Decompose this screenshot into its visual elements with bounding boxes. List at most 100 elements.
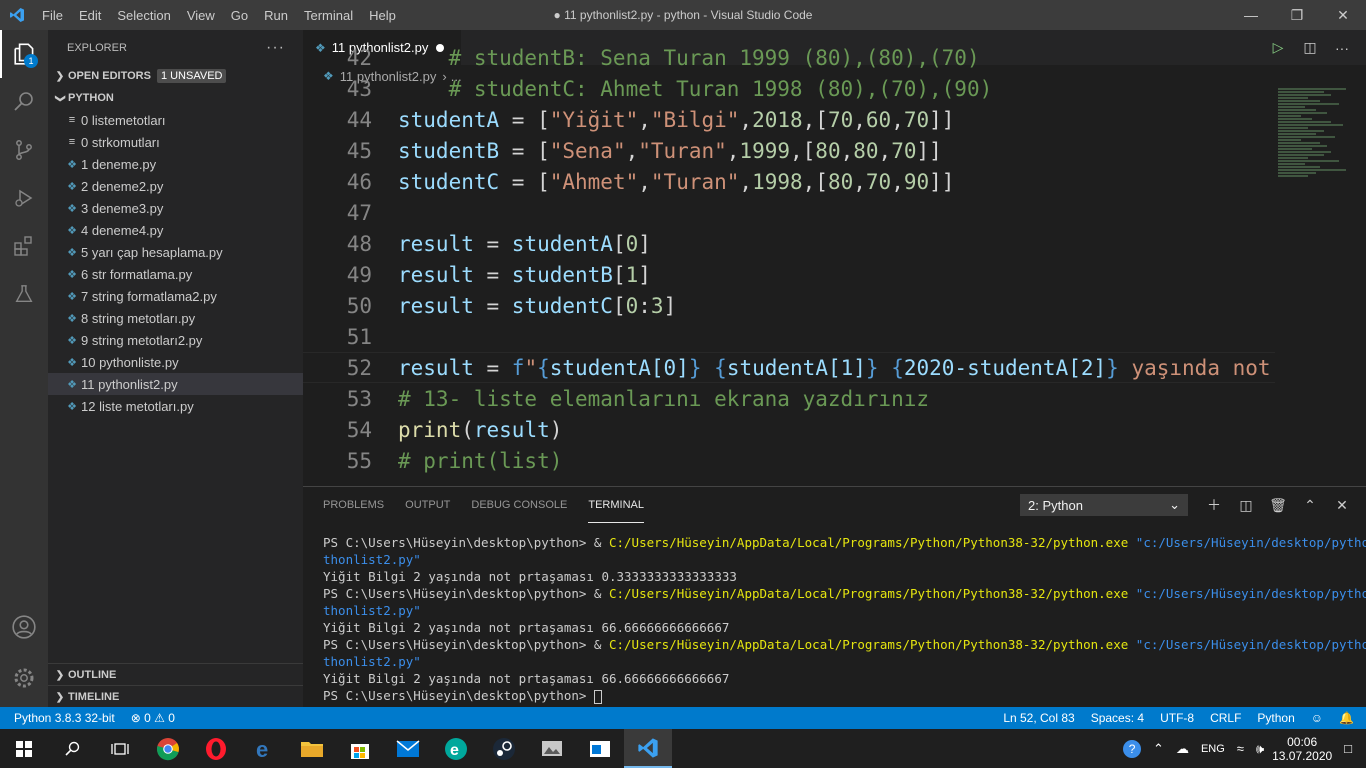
close-button[interactable]: ✕ [1320,0,1366,30]
code-line[interactable]: 44 studentA = ["Yiğit","Bilgi",2018,[70,6… [303,104,1275,135]
windows-start-icon[interactable] [0,729,48,768]
accounts-icon[interactable] [0,603,48,651]
clock[interactable]: 00:06 13.07.2020 [1270,735,1334,763]
outline-section[interactable]: ❯ OUTLINE [48,663,303,686]
file-item[interactable]: ❖ 6 str formatlama.py [48,263,303,285]
code-line[interactable]: 52 result = f"{studentA[0]} {studentA[1]}… [303,352,1275,383]
tab-output[interactable]: OUTPUT [405,487,450,523]
split-editor-icon[interactable]: ◫ [1294,39,1326,56]
code-line[interactable]: 46 studentC = ["Ahmet","Turan",1998,[80,7… [303,166,1275,197]
code-line[interactable]: 48 result = studentA[0] [303,228,1275,259]
run-debug-icon[interactable] [0,174,48,222]
file-item[interactable]: ❖ 10 pythonliste.py [48,351,303,373]
file-item[interactable]: ❖ 8 string metotları.py [48,307,303,329]
show-hidden-icons-chevron-icon[interactable]: ⌃ [1153,741,1164,757]
opera-icon[interactable] [192,729,240,768]
feedback-icon[interactable]: ☺ [1311,711,1323,725]
task-view-icon[interactable] [96,729,144,768]
trash-icon[interactable]: 🗑 [1262,497,1294,514]
ie-e-icon[interactable]: e [432,729,480,768]
code-line[interactable]: 55 # print(list) [303,445,1275,476]
file-item[interactable]: ≡ 0 listemetotları [48,109,303,131]
close-panel-icon[interactable]: ✕ [1326,497,1358,514]
window-app-icon[interactable] [576,729,624,768]
menu-view[interactable]: View [179,8,223,23]
file-item[interactable]: ❖ 1 deneme.py [48,153,303,175]
minimize-button[interactable]: — [1228,0,1274,30]
tab-terminal[interactable]: TERMINAL [588,487,644,523]
python-folder-section[interactable]: ❯ PYTHON [48,87,303,109]
tab-problems[interactable]: PROBLEMS [323,487,384,523]
file-item[interactable]: ❖ 3 deneme3.py [48,197,303,219]
new-terminal-icon[interactable]: ＋ [1198,495,1230,515]
help-icon[interactable]: ? [1123,739,1142,758]
menu-selection[interactable]: Selection [109,8,178,23]
encoding[interactable]: UTF-8 [1160,711,1194,725]
settings-gear-icon[interactable] [0,654,48,702]
more-actions-icon[interactable]: ··· [266,39,285,57]
wifi-icon[interactable]: ≈ [1237,741,1244,756]
code-line[interactable]: 54 print(result) [303,414,1275,445]
menu-go[interactable]: Go [223,8,256,23]
file-item[interactable]: ❖ 2 deneme2.py [48,175,303,197]
code-line[interactable]: 49 result = studentB[1] [303,259,1275,290]
split-terminal-icon[interactable]: ◫ [1230,497,1262,514]
menu-run[interactable]: Run [256,8,296,23]
open-editors-section[interactable]: ❯ OPEN EDITORS 1 UNSAVED [48,65,303,87]
code-line[interactable]: 45 studentB = ["Sena","Turan",1999,[80,80… [303,135,1275,166]
code-line[interactable]: 43 # studentC: Ahmet Turan 1998 (80),(70… [303,73,1275,104]
vscode-taskbar-icon[interactable] [624,729,672,768]
mail-icon[interactable] [384,729,432,768]
maximize-panel-icon[interactable]: ⌃ [1294,497,1326,514]
end-of-line[interactable]: CRLF [1210,711,1241,725]
minimap[interactable] [1278,87,1354,486]
photo-app-icon[interactable] [528,729,576,768]
search-icon[interactable] [0,78,48,126]
volume-icon[interactable]: 🕪 [1256,741,1264,757]
steam-icon[interactable] [480,729,528,768]
notifications-icon[interactable]: □ [1344,741,1352,756]
chrome-icon[interactable] [144,729,192,768]
file-item[interactable]: ❖ 12 liste metotları.py [48,395,303,417]
code-line[interactable]: 47 [303,197,1275,228]
onedrive-cloud-icon[interactable]: ☁ [1176,741,1189,757]
more-actions-icon[interactable]: ··· [1326,40,1358,56]
indentation[interactable]: Spaces: 4 [1091,711,1144,725]
menu-help[interactable]: Help [361,8,404,23]
store-icon[interactable] [336,729,384,768]
terminal-script-path: "c:/Users/Hüseyin/desktop/python/11 py [1135,535,1366,550]
file-item[interactable]: ❖ 7 string formatlama2.py [48,285,303,307]
code-line[interactable]: 51 [303,321,1275,352]
edge-icon[interactable]: e [240,729,288,768]
code-line[interactable]: 53 # 13- liste elemanlarını ekrana yazdır… [303,383,1275,414]
tab-debug-console[interactable]: DEBUG CONSOLE [471,487,567,523]
menu-file[interactable]: File [34,8,71,23]
file-item[interactable]: ❖ 4 deneme4.py [48,219,303,241]
cursor-position[interactable]: Ln 52, Col 83 [1003,711,1074,725]
terminal-line: PS C:\Users\Hüseyin\desktop\python> & C:… [323,585,1366,602]
notifications-bell-icon[interactable]: 🔔 [1339,711,1354,725]
menu-edit[interactable]: Edit [71,8,109,23]
language-mode[interactable]: Python [1257,711,1294,725]
file-item[interactable]: ≡ 0 strkomutları [48,131,303,153]
file-explorer-icon[interactable] [288,729,336,768]
code-line[interactable]: 42 # studentB: Sena Turan 1999 (80),(80)… [303,42,1275,73]
search-icon[interactable] [48,729,96,768]
source-control-icon[interactable] [0,126,48,174]
explorer-badge: 1 [24,54,38,68]
python-interpreter[interactable]: Python 3.8.3 32-bit [14,711,115,725]
menu-terminal[interactable]: Terminal [296,8,361,23]
timeline-section[interactable]: ❯ TIMELINE [48,685,303,708]
problems-indicator[interactable]: ⊗ 0 ⚠ 0 [131,711,175,725]
explorer-icon[interactable]: 1 [0,30,48,78]
file-item[interactable]: ❖ 11 pythonlist2.py [48,373,303,395]
code-line[interactable]: 50 result = studentC[0:3] [303,290,1275,321]
file-item[interactable]: ❖ 9 string metotları2.py [48,329,303,351]
maximize-button[interactable]: ❐ [1274,0,1320,30]
testing-flask-icon[interactable] [0,270,48,318]
terminal-select[interactable]: 2: Python ⌄ [1020,494,1188,516]
extensions-icon[interactable] [0,222,48,270]
file-item[interactable]: ❖ 5 yarı çap hesaplama.py [48,241,303,263]
terminal-output[interactable]: PS C:\Users\Hüseyin\desktop\python> & C:… [323,534,1366,704]
language-indicator[interactable]: ENG [1201,743,1225,755]
